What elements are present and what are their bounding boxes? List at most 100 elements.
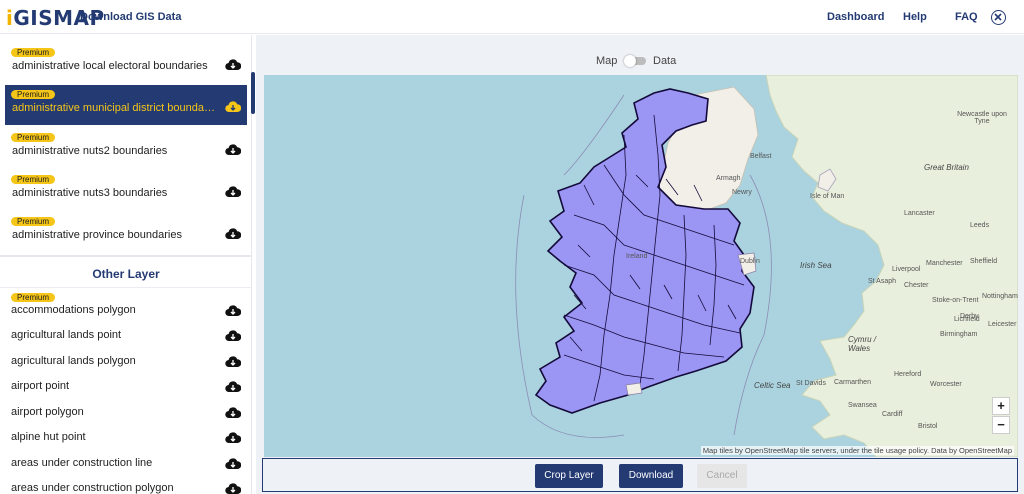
place-cardiff: Cardiff (882, 411, 903, 418)
layer-item-airport-polygon[interactable]: airport polygon (5, 401, 247, 425)
layer-item-nuts3[interactable]: Premium administrative nuts3 boundaries (5, 170, 247, 210)
cloud-download-icon[interactable] (225, 101, 241, 113)
place-irish-sea: Irish Sea (800, 261, 832, 270)
place-wales: Cymru / Wales (848, 335, 876, 353)
app-title: Download GIS Data (80, 11, 182, 23)
place-belfast: Belfast (750, 153, 772, 160)
place-leeds: Leeds (970, 222, 990, 229)
cloud-download-icon[interactable] (225, 432, 241, 444)
place-birmingham: Birmingham (940, 331, 978, 338)
layer-label: alpine hut point (11, 431, 86, 443)
crop-layer-button[interactable]: Crop Layer (535, 464, 603, 488)
place-newry: Newry (732, 189, 752, 196)
layer-label: areas under construction polygon (11, 482, 174, 494)
layer-sidebar: Premium administrative local electoral b… (0, 35, 252, 494)
layer-label: administrative nuts3 boundaries (12, 187, 168, 199)
layer-label: airport polygon (11, 406, 84, 418)
main-panel: Map Data Belfast Armagh Newry Isle of Ma… (256, 35, 1024, 494)
zoom-in-button[interactable]: + (992, 397, 1010, 415)
premium-badge: Premium (11, 90, 56, 99)
map-view[interactable]: Belfast Armagh Newry Isle of Man Dublin … (264, 75, 1018, 457)
layer-label: agricultural lands polygon (11, 355, 136, 367)
close-icon[interactable] (991, 10, 1006, 25)
place-worcester: Worcester (930, 381, 962, 388)
zoom-out-button[interactable]: − (992, 416, 1010, 434)
layer-label: administrative local electoral boundarie… (12, 60, 208, 72)
cloud-download-icon[interactable] (225, 305, 241, 317)
place-chester: Chester (904, 282, 929, 289)
cloud-download-icon[interactable] (225, 356, 241, 368)
place-nottingham: Nottingham (982, 293, 1018, 300)
layer-item-nuts2[interactable]: Premium administrative nuts2 boundaries (5, 128, 247, 168)
toggle-knob (624, 55, 636, 67)
layer-item-alpine-hut-point[interactable]: alpine hut point (5, 426, 247, 450)
layer-item-agricultural-lands-polygon[interactable]: agricultural lands polygon (5, 350, 247, 374)
place-armagh: Armagh (716, 175, 741, 182)
layer-label: airport point (11, 380, 70, 392)
cloud-download-icon[interactable] (225, 186, 241, 198)
other-layer-heading: Other Layer (92, 267, 160, 281)
place-leicester: Leicester (988, 321, 1017, 328)
layer-item-airport-point[interactable]: airport point (5, 375, 247, 399)
cloud-download-icon[interactable] (225, 407, 241, 419)
place-st-davids: St Davids (796, 380, 826, 387)
place-isle-of-man: Isle of Man (810, 193, 845, 200)
place-swansea: Swansea (848, 402, 877, 409)
premium-badge: Premium (11, 293, 56, 302)
cancel-button[interactable]: Cancel (697, 464, 747, 488)
layer-item-agricultural-lands-point[interactable]: agricultural lands point (5, 324, 247, 348)
layer-item-accommodations-polygon[interactable]: Premium accommodations polygon (5, 291, 247, 317)
layer-label: accommodations polygon (11, 304, 136, 316)
place-bristol: Bristol (918, 423, 938, 430)
place-hereford: Hereford (894, 371, 922, 378)
place-sheffield: Sheffield (970, 258, 998, 265)
layer-item-areas-construction-polygon[interactable]: areas under construction polygon (5, 477, 247, 494)
sidebar-scrollbar[interactable] (251, 72, 255, 114)
place-manchester: Manchester (926, 260, 963, 267)
cloud-download-icon[interactable] (225, 330, 241, 342)
cloud-download-icon[interactable] (225, 59, 241, 71)
place-lichfield: Lichfield (954, 316, 980, 323)
layer-label: agricultural lands point (11, 329, 122, 341)
place-st-asaph: St Asaph (868, 278, 897, 285)
layer-label: administrative municipal district bounda… (12, 102, 217, 114)
place-celtic-sea: Celtic Sea (754, 381, 791, 390)
cloud-download-icon[interactable] (225, 483, 241, 494)
place-newcastle: Newcastle upon Tyne (957, 111, 1007, 125)
premium-badge: Premium (11, 48, 56, 57)
toggle-label-map: Map (596, 55, 618, 67)
place-great-britain: Great Britain (924, 163, 969, 172)
section-divider (0, 287, 251, 288)
toggle-label-data: Data (653, 55, 677, 67)
place-stoke: Stoke-on-Trent (932, 297, 979, 304)
premium-badge: Premium (11, 217, 56, 226)
action-bar: Crop Layer Download Cancel (262, 458, 1018, 492)
place-carmarthen: Carmarthen (834, 379, 871, 386)
top-bar: iGISMAP Download GIS Data Dashboard Help… (0, 0, 1024, 34)
layer-item-municipal-district[interactable]: Premium administrative municipal distric… (5, 85, 247, 125)
layer-label: administrative nuts2 boundaries (12, 145, 168, 157)
layer-item-local-electoral[interactable]: Premium administrative local electoral b… (5, 43, 247, 83)
premium-badge: Premium (11, 175, 56, 184)
layer-label: areas under construction line (11, 457, 153, 469)
cloud-download-icon[interactable] (225, 458, 241, 470)
cloud-download-icon[interactable] (225, 144, 241, 156)
place-dublin: Dublin (740, 258, 760, 265)
map-data-toggle[interactable] (624, 55, 646, 67)
map-attribution[interactable]: Map tiles by OpenStreetMap tile servers,… (700, 446, 1014, 455)
download-button[interactable]: Download (619, 464, 683, 488)
nav-dashboard[interactable]: Dashboard (827, 11, 884, 23)
layer-label: administrative province boundaries (12, 229, 182, 241)
place-lancaster: Lancaster (904, 210, 935, 217)
layer-item-province[interactable]: Premium administrative province boundari… (5, 212, 247, 252)
premium-badge: Premium (11, 133, 56, 142)
place-liverpool: Liverpool (892, 266, 921, 273)
nav-faq[interactable]: FAQ (955, 11, 978, 23)
cork-area (625, 382, 643, 396)
cloud-download-icon[interactable] (225, 381, 241, 393)
nav-help[interactable]: Help (903, 11, 927, 23)
section-divider (0, 255, 251, 257)
place-ireland: Ireland (626, 253, 648, 260)
cloud-download-icon[interactable] (225, 228, 241, 240)
layer-item-areas-construction-line[interactable]: areas under construction line (5, 452, 247, 476)
